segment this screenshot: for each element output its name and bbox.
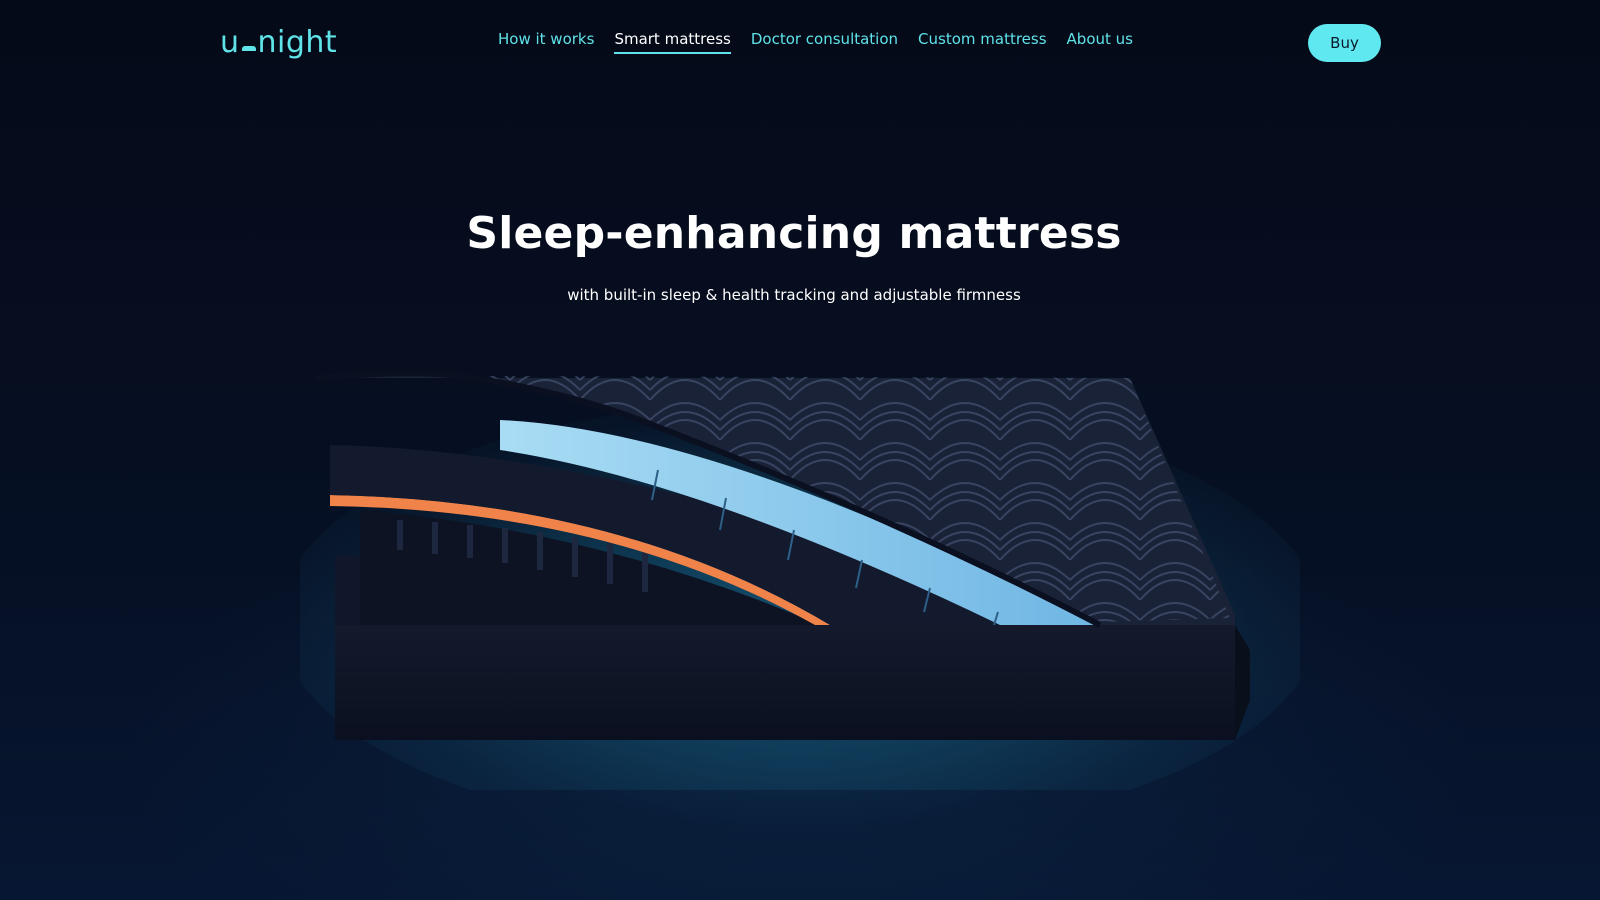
mattress-base — [335, 625, 1235, 740]
mattress-illustration — [300, 370, 1300, 790]
page: u night How it works Smart mattress Docto… — [0, 0, 1600, 900]
hero-subtitle: with built-in sleep & health tracking an… — [567, 286, 1021, 304]
nav-custom-mattress[interactable]: Custom mattress — [918, 30, 1047, 54]
logo-mark-icon — [241, 45, 256, 51]
logo[interactable]: u night — [220, 24, 337, 60]
site-header: u night How it works Smart mattress Docto… — [0, 0, 1600, 86]
main-nav: How it works Smart mattress Doctor consu… — [498, 30, 1133, 54]
nav-smart-mattress[interactable]: Smart mattress — [614, 30, 732, 54]
nav-about-us[interactable]: About us — [1067, 30, 1133, 54]
logo-text-left: u — [220, 24, 240, 60]
nav-doctor-consultation[interactable]: Doctor consultation — [751, 30, 898, 54]
logo-text-right: night — [257, 24, 338, 60]
hero-title: Sleep-enhancing mattress — [466, 208, 1122, 259]
buy-button[interactable]: Buy — [1308, 24, 1381, 62]
nav-how-it-works[interactable]: How it works — [498, 30, 594, 54]
